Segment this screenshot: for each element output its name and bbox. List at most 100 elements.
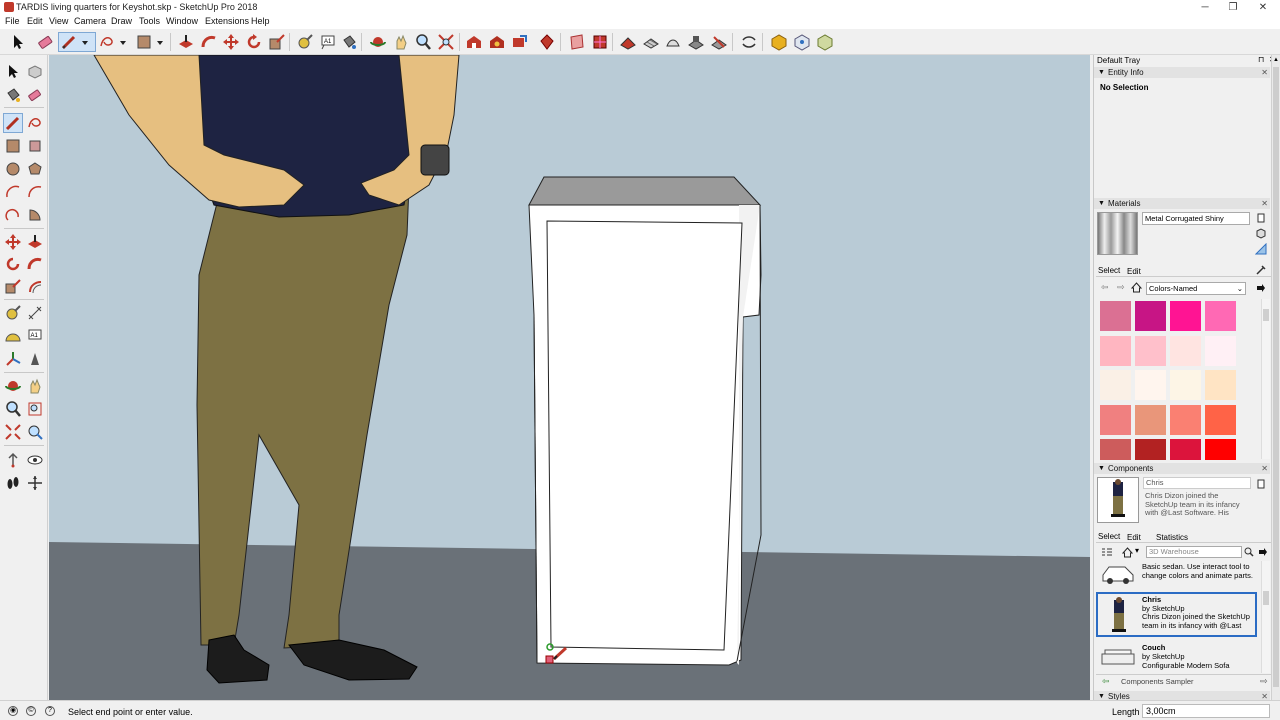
push-pull-icon[interactable] (27, 234, 43, 250)
display-secondary-pane-icon[interactable] (1255, 478, 1267, 490)
list-item[interactable]: Couch by SketchUp Configurable Modern So… (1096, 641, 1261, 671)
measurements-input[interactable]: 3,00cm (1142, 704, 1270, 718)
box-inner-face[interactable] (546, 220, 743, 651)
orbit-icon[interactable] (5, 378, 21, 394)
zoom-icon[interactable] (5, 401, 21, 417)
polygon-icon[interactable] (27, 161, 43, 177)
material-swatch[interactable] (1205, 370, 1236, 400)
sample-paint-icon[interactable] (1255, 243, 1267, 255)
3d-text-icon[interactable] (27, 351, 43, 367)
material-swatch[interactable] (1135, 301, 1166, 331)
maximize-button[interactable]: ❐ (1219, 0, 1247, 15)
details-arrow-icon[interactable] (1256, 283, 1266, 293)
warehouse-search-input[interactable]: 3D Warehouse (1146, 546, 1242, 558)
extension-warehouse-icon[interactable] (488, 33, 506, 51)
warehouse-icon[interactable] (465, 33, 483, 51)
material-swatch[interactable] (1135, 439, 1166, 460)
material-name-field[interactable]: Metal Corrugated Shiny (1142, 212, 1250, 225)
move-icon[interactable] (222, 33, 240, 51)
material-swatch[interactable] (1100, 301, 1131, 331)
scrollbar-thumb[interactable] (1263, 591, 1269, 605)
pan-icon[interactable] (392, 33, 410, 51)
drape-icon[interactable] (710, 33, 728, 51)
tape-measure-icon[interactable] (296, 33, 314, 51)
pan-icon[interactable] (27, 378, 43, 394)
text-label-icon[interactable]: A1 (319, 33, 337, 51)
smoove-icon[interactable] (664, 33, 682, 51)
follow-me-icon[interactable] (27, 256, 43, 272)
circle-icon[interactable] (5, 161, 21, 177)
eraser-icon[interactable] (27, 87, 43, 103)
make-component-icon[interactable] (27, 64, 43, 80)
axes-icon[interactable] (5, 351, 21, 367)
material-swatch[interactable] (1205, 301, 1236, 331)
orbit-icon[interactable] (369, 33, 387, 51)
material-swatch[interactable] (1100, 335, 1131, 366)
section-fill-icon[interactable] (591, 33, 609, 51)
components-scrollbar[interactable] (1261, 561, 1270, 673)
camera-position-icon[interactable] (793, 33, 811, 51)
line-pencil-icon[interactable] (5, 115, 21, 131)
tray-scrollbar[interactable]: ▲ (1271, 55, 1280, 700)
list-item-selected[interactable]: Chris by SketchUp Chris Dizon joined the… (1096, 592, 1257, 637)
protractor-icon[interactable] (5, 328, 21, 344)
material-swatch[interactable] (1205, 335, 1236, 366)
modeling-viewport[interactable] (49, 55, 1090, 700)
dropdown-arrow-icon[interactable] (118, 33, 128, 51)
close-panel-icon[interactable]: ✕ (1261, 463, 1268, 474)
section-plane-icon[interactable] (568, 33, 586, 51)
help-icon[interactable]: ? (45, 706, 55, 716)
scale-icon[interactable] (268, 33, 286, 51)
share-model-icon[interactable] (510, 33, 528, 51)
freehand-icon[interactable] (27, 115, 43, 131)
material-swatch[interactable] (1170, 439, 1201, 460)
tray-pin-icon[interactable]: ⊓ (1258, 55, 1264, 64)
paint-bucket-icon[interactable] (340, 33, 358, 51)
components-tab-edit[interactable]: Edit (1127, 533, 1141, 542)
menu-draw[interactable]: Draw (111, 16, 132, 26)
back-arrow-icon[interactable]: ⇦ (1102, 676, 1110, 687)
paint-bucket-icon[interactable] (5, 87, 21, 103)
home-icon[interactable] (1131, 282, 1142, 293)
arc-icon[interactable] (5, 184, 21, 200)
previous-view-icon[interactable] (27, 424, 43, 440)
back-arrow-icon[interactable]: ⇦ (1101, 282, 1109, 293)
create-material-icon[interactable] (1255, 227, 1267, 239)
minimize-button[interactable]: ─ (1191, 0, 1219, 15)
close-window-button[interactable]: ✕ (1249, 0, 1277, 15)
offset-icon[interactable] (27, 279, 43, 295)
view-options-icon[interactable] (1101, 547, 1113, 558)
details-arrow-icon[interactable] (1258, 547, 1268, 557)
materials-library-select[interactable]: Colors-Named ⌄ (1146, 282, 1246, 295)
menu-edit[interactable]: Edit (27, 16, 43, 26)
close-panel-icon[interactable]: ✕ (1261, 198, 1268, 209)
geolocation-icon[interactable]: ◉ (8, 706, 18, 716)
menu-help[interactable]: Help (251, 16, 270, 26)
material-swatch[interactable] (1170, 370, 1201, 400)
line-pencil-icon[interactable] (60, 33, 78, 51)
scrollbar-thumb[interactable] (1273, 67, 1279, 687)
stamp-icon[interactable] (687, 33, 705, 51)
search-icon[interactable] (1244, 547, 1254, 557)
menu-file[interactable]: File (5, 16, 20, 26)
components-tab-select[interactable]: Select (1098, 532, 1120, 541)
pie-icon[interactable] (27, 207, 43, 223)
layout-icon[interactable] (538, 33, 556, 51)
select-arrow-icon[interactable] (9, 33, 27, 51)
push-pull-icon[interactable] (177, 33, 195, 51)
home-icon[interactable] (1122, 547, 1133, 558)
rotated-rectangle-icon[interactable] (27, 138, 43, 154)
dimension-icon[interactable] (27, 305, 43, 321)
materials-header[interactable]: ▼ Materials ✕ (1094, 198, 1270, 209)
component-icon[interactable] (770, 33, 788, 51)
scrollbar-thumb[interactable] (1263, 309, 1269, 321)
position-camera-icon[interactable] (5, 452, 21, 468)
zoom-icon[interactable] (414, 33, 432, 51)
three-point-arc-icon[interactable] (5, 207, 21, 223)
entity-info-header[interactable]: ▼ Entity Info ✕ (1094, 67, 1270, 78)
zoom-extents-icon[interactable] (5, 424, 21, 440)
materials-tab-edit[interactable]: Edit (1127, 267, 1141, 276)
chevron-down-icon[interactable]: ▾ (1135, 546, 1139, 555)
two-point-arc-icon[interactable] (27, 184, 43, 200)
tape-measure-icon[interactable] (5, 305, 21, 321)
